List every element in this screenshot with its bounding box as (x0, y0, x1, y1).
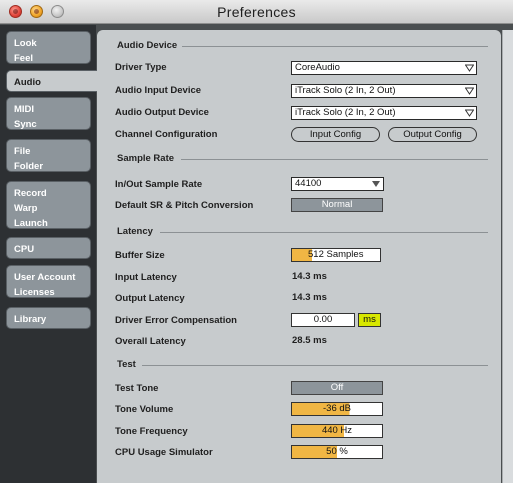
buffer-size-field[interactable]: 512 Samples (291, 248, 381, 262)
overall-latency-value: 28.5 ms (292, 335, 327, 346)
chevron-down-icon (465, 109, 474, 117)
audio-output-device-value: iTrack Solo (2 In, 2 Out) (295, 107, 396, 118)
tab-record-warp-launch[interactable]: Record Warp Launch (6, 181, 91, 229)
output-latency-value: 14.3 ms (292, 292, 327, 303)
tab-user-account-licenses[interactable]: User Account Licenses (6, 265, 91, 298)
overall-latency-label: Overall Latency (115, 336, 186, 347)
tab-label: Feel (14, 53, 34, 64)
driver-error-compensation-label: Driver Error Compensation (115, 315, 237, 326)
audio-output-device-select[interactable]: iTrack Solo (2 In, 2 Out) (291, 106, 477, 120)
section-divider (142, 365, 488, 366)
tone-volume-label: Tone Volume (115, 404, 174, 415)
audio-output-device-label: Audio Output Device (115, 107, 209, 118)
section-divider (181, 159, 488, 160)
tab-label: Launch (14, 218, 48, 229)
audio-input-device-select[interactable]: iTrack Solo (2 In, 2 Out) (291, 84, 477, 98)
sr-pitch-conversion-chooser[interactable]: Normal (291, 198, 383, 212)
tab-label: File (14, 146, 31, 157)
tab-label: Record (14, 188, 47, 199)
test-tone-label: Test Tone (115, 383, 159, 394)
cpu-usage-simulator-slider[interactable]: 50 % (291, 445, 383, 459)
section-test: Test (117, 359, 136, 370)
input-latency-value: 14.3 ms (292, 271, 327, 282)
tab-label: Warp (14, 203, 38, 214)
test-tone-toggle[interactable]: Off (291, 381, 383, 395)
audio-input-device-value: iTrack Solo (2 In, 2 Out) (295, 85, 396, 96)
driver-type-value: CoreAudio (295, 62, 340, 73)
driver-type-label: Driver Type (115, 62, 167, 73)
tab-look-feel[interactable]: Look Feel (6, 31, 91, 64)
sample-rate-label: In/Out Sample Rate (115, 179, 203, 190)
title-bar: Preferences (0, 0, 513, 24)
output-latency-label: Output Latency (115, 293, 185, 304)
input-latency-label: Input Latency (115, 272, 177, 283)
chevron-down-icon (372, 181, 380, 187)
tab-file-folder[interactable]: File Folder (6, 139, 91, 172)
tab-label: Look (14, 38, 37, 49)
panel-scrollbar[interactable] (502, 30, 513, 483)
window-title: Preferences (217, 4, 296, 20)
driver-error-compensation-unit[interactable]: ms (358, 313, 381, 327)
sample-rate-value: 44100 (295, 178, 322, 189)
tab-label: Folder (14, 161, 44, 172)
section-divider (160, 232, 488, 233)
preferences-sidebar: Look Feel Audio MIDI Sync File Folder Re… (0, 25, 98, 483)
section-divider (182, 46, 488, 47)
sr-pitch-conversion-label: Default SR & Pitch Conversion (115, 200, 254, 211)
audio-input-device-label: Audio Input Device (115, 85, 202, 96)
sample-rate-select[interactable]: 44100 (291, 177, 384, 191)
preferences-window: Preferences Look Feel Audio MIDI Sync Fi… (0, 0, 513, 483)
tab-library[interactable]: Library (6, 307, 91, 329)
section-latency: Latency (117, 226, 153, 237)
tab-label: Licenses (14, 287, 55, 298)
driver-type-select[interactable]: CoreAudio (291, 61, 477, 75)
tab-label: CPU (14, 244, 35, 255)
tone-frequency-slider[interactable]: 440 Hz (291, 424, 383, 438)
tab-audio[interactable]: Audio (6, 70, 98, 92)
chevron-down-icon (465, 87, 474, 95)
channel-configuration-label: Channel Configuration (115, 129, 218, 140)
chevron-down-icon (465, 64, 474, 72)
tab-label: User Account (14, 272, 76, 283)
output-config-button[interactable]: Output Config (388, 127, 477, 142)
tab-label: Library (14, 314, 47, 325)
buffer-size-label: Buffer Size (115, 250, 165, 261)
tab-label: Sync (14, 119, 37, 130)
cpu-usage-simulator-label: CPU Usage Simulator (115, 447, 213, 458)
tab-midi-sync[interactable]: MIDI Sync (6, 97, 91, 130)
section-audio-device: Audio Device (117, 40, 178, 51)
tab-cpu[interactable]: CPU (6, 237, 91, 259)
tab-label: MIDI (14, 104, 35, 115)
tab-label: Audio (14, 77, 41, 88)
tone-frequency-label: Tone Frequency (115, 426, 188, 437)
input-config-button[interactable]: Input Config (291, 127, 380, 142)
section-sample-rate: Sample Rate (117, 153, 175, 164)
tone-volume-slider[interactable]: -36 dB (291, 402, 383, 416)
driver-error-compensation-field[interactable]: 0.00 (291, 313, 355, 327)
